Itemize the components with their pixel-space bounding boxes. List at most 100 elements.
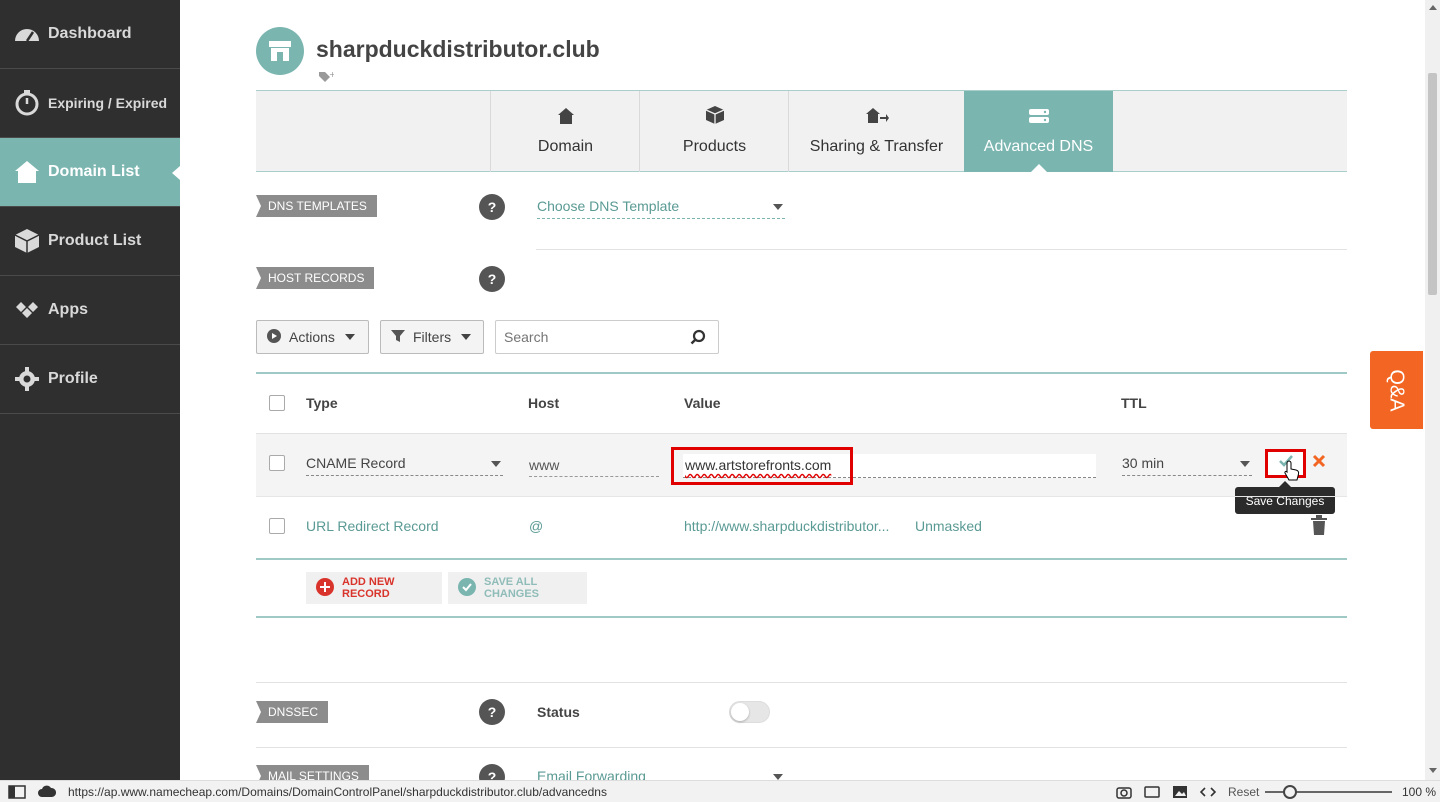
speedometer-icon — [12, 19, 42, 49]
dnssec-help-button[interactable]: ? — [479, 699, 505, 725]
dnssec-toggle[interactable] — [729, 701, 770, 723]
redirect-type-text[interactable]: Unmasked — [915, 518, 982, 534]
mail-settings-select[interactable]: Email Forwarding — [537, 768, 785, 780]
close-icon[interactable] — [1312, 454, 1326, 473]
search-input[interactable] — [496, 321, 676, 353]
sidebar-item-label: Expiring / Expired — [48, 95, 168, 111]
save-changes-tooltip: Save Changes — [1235, 481, 1335, 514]
section-bottom-border — [256, 616, 1347, 618]
play-icon — [267, 328, 281, 346]
gear-icon — [12, 364, 42, 394]
toggle-knob — [731, 703, 749, 721]
status-bar: https://ap.www.namecheap.com/Domains/Dom… — [0, 780, 1440, 802]
zoom-level: 100 % — [1402, 785, 1437, 799]
host-records-help-button[interactable]: ? — [479, 266, 505, 292]
home-icon — [557, 107, 575, 130]
chevron-down-icon — [344, 334, 355, 340]
column-header-type: Type — [306, 395, 338, 411]
dns-templates-label: DNS TEMPLATES — [256, 195, 377, 217]
tab-label: Domain — [537, 138, 594, 155]
row-checkbox[interactable] — [269, 455, 285, 471]
camera-icon[interactable] — [1116, 785, 1132, 802]
sidebar-item-apps[interactable]: Apps — [0, 276, 180, 345]
actions-dropdown[interactable]: Actions — [256, 320, 369, 354]
sidebar-item-product-list[interactable]: Product List — [0, 207, 180, 276]
sidebar-item-expiring[interactable]: Expiring / Expired — [0, 69, 180, 138]
sidebar-item-dashboard[interactable]: Dashboard — [0, 0, 180, 69]
zoom-slider-knob[interactable] — [1283, 785, 1297, 799]
row-checkbox[interactable] — [269, 518, 285, 534]
scrollbar[interactable] — [1425, 0, 1440, 780]
mail-settings-select-value: Email Forwarding — [537, 768, 646, 780]
qa-button[interactable]: Q&A — [1370, 351, 1423, 429]
zoom-reset-button[interactable]: Reset — [1228, 785, 1259, 799]
home-icon — [12, 157, 42, 187]
record-type-value: CNAME Record — [306, 455, 406, 471]
dnssec-status-label: Status — [537, 704, 580, 720]
ttl-select[interactable]: 30 min — [1122, 455, 1252, 476]
store-icon — [256, 27, 304, 75]
add-new-record-label: ADD NEW RECORD — [342, 576, 395, 600]
column-header-value: Value — [684, 395, 721, 411]
window-icon[interactable] — [1144, 785, 1160, 802]
host-text[interactable]: @ — [529, 518, 543, 534]
sidebar-item-label: Product List — [48, 232, 142, 249]
sidebar-item-profile[interactable]: Profile — [0, 345, 180, 414]
select-all-checkbox[interactable] — [269, 395, 285, 411]
search-icon[interactable] — [690, 329, 706, 350]
plus-circle-icon — [316, 577, 334, 599]
scroll-up-arrow[interactable] — [1429, 5, 1437, 10]
tab-sharing-transfer[interactable]: Sharing & Transfer — [788, 91, 964, 172]
sidebar-toggle-icon[interactable] — [8, 785, 26, 802]
search-box — [495, 320, 719, 354]
add-new-record-button[interactable]: ADD NEW RECORD — [306, 572, 442, 604]
scroll-down-arrow[interactable] — [1429, 768, 1437, 773]
dns-template-select-value: Choose DNS Template — [537, 198, 680, 214]
tab-label: Sharing & Transfer — [809, 138, 944, 155]
image-icon[interactable] — [1172, 785, 1188, 802]
value-text[interactable]: http://www.sharpduckdistributor... — [684, 518, 889, 534]
record-type-select[interactable]: CNAME Record — [306, 455, 503, 476]
record-type-text[interactable]: URL Redirect Record — [306, 518, 439, 534]
timer-icon — [12, 88, 42, 118]
sidebar-item-label: Profile — [48, 370, 98, 387]
divider — [256, 682, 1347, 683]
chevron-down-icon — [461, 334, 472, 340]
trash-icon[interactable] — [1311, 515, 1327, 540]
host-records-label: HOST RECORDS — [256, 267, 375, 289]
tab-advanced-dns[interactable]: Advanced DNS — [964, 91, 1113, 172]
scroll-thumb[interactable] — [1428, 73, 1437, 295]
divider — [256, 747, 1347, 748]
dnssec-label: DNSSEC — [256, 701, 329, 723]
code-icon[interactable] — [1199, 785, 1217, 802]
filters-dropdown[interactable]: Filters — [380, 320, 484, 354]
save-all-changes-button[interactable]: SAVE ALL CHANGES — [448, 572, 587, 604]
cloud-icon[interactable] — [38, 785, 57, 800]
transfer-icon — [865, 107, 889, 130]
sidebar-item-label: Domain List — [48, 163, 140, 180]
tab-domain[interactable]: Domain — [490, 91, 640, 172]
tab-label: Advanced DNS — [983, 138, 1094, 155]
host-input[interactable] — [529, 457, 659, 477]
box-icon — [12, 226, 42, 256]
status-url: https://ap.www.namecheap.com/Domains/Dom… — [68, 785, 607, 799]
chevron-down-icon — [1240, 461, 1250, 467]
dns-server-icon — [1027, 107, 1051, 130]
dns-templates-help-button[interactable]: ? — [479, 194, 505, 220]
tab-label: Products — [682, 138, 747, 155]
sidebar-item-label: Apps — [48, 301, 88, 318]
dns-template-select[interactable]: Choose DNS Template — [537, 198, 785, 219]
mail-settings-help-button[interactable]: ? — [479, 764, 505, 780]
sidebar: Dashboard Expiring / Expired Domain List… — [0, 0, 180, 780]
main-content: sharpduckdistributor.club + Domain Produ… — [180, 0, 1425, 780]
mail-settings-label: MAIL SETTINGS — [256, 765, 369, 780]
sidebar-item-domain-list[interactable]: Domain List — [0, 138, 180, 207]
tab-products[interactable]: Products — [639, 91, 789, 172]
check-circle-icon — [458, 577, 476, 599]
add-tag-icon[interactable]: + — [318, 70, 336, 89]
divider — [536, 249, 1347, 250]
funnel-icon — [391, 329, 405, 346]
sidebar-item-label: Dashboard — [48, 25, 132, 42]
divider — [256, 496, 1347, 497]
domain-tabs: Domain Products Sharing & Transfer Advan… — [256, 90, 1347, 172]
